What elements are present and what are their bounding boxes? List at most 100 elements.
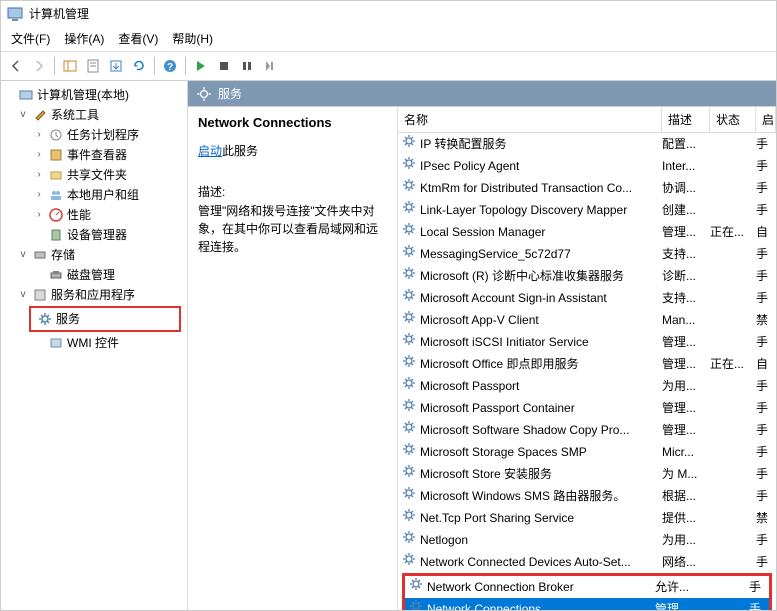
service-desc: 配置... (662, 135, 710, 154)
service-startup: 手 (756, 399, 776, 418)
service-name: Microsoft Software Shadow Copy Pro... (420, 421, 629, 440)
gear-icon (196, 86, 212, 102)
column-startup[interactable]: 启 (756, 107, 776, 132)
tree-services-apps[interactable]: v 服务和应用程序 (3, 285, 185, 305)
service-row[interactable]: MessagingService_5c72d77支持...手 (398, 243, 776, 265)
properties-button[interactable] (82, 55, 104, 77)
service-desc: 创建... (662, 201, 710, 220)
gear-icon (402, 200, 416, 220)
service-desc: 管理... (662, 333, 710, 352)
service-desc: Micr... (662, 443, 710, 462)
back-button[interactable] (5, 55, 27, 77)
gear-icon (402, 332, 416, 352)
service-row[interactable]: Microsoft Storage Spaces SMPMicr...手 (398, 441, 776, 463)
service-row[interactable]: Microsoft Account Sign-in Assistant 支持...… (398, 287, 776, 309)
forward-button[interactable] (28, 55, 50, 77)
service-name: Microsoft (R) 诊断中心标准收集器服务 (420, 267, 624, 286)
service-row[interactable]: Net.Tcp Port Sharing Service提供...禁 (398, 507, 776, 529)
service-row[interactable]: Microsoft Passport Container管理...手 (398, 397, 776, 419)
gear-icon (402, 156, 416, 176)
menu-file[interactable]: 文件(F) (5, 28, 56, 49)
tree-storage[interactable]: v 存储 (3, 245, 185, 265)
service-row[interactable]: Microsoft Software Shadow Copy Pro...管理.… (398, 419, 776, 441)
pause-service-button[interactable] (236, 55, 258, 77)
service-name: Microsoft iSCSI Initiator Service (420, 333, 589, 352)
selected-service-title: Network Connections (198, 115, 387, 130)
nav-tree[interactable]: 计算机管理(本地) v 系统工具 › 任务计划程序 › 事件查看器 › 共享文件… (1, 81, 188, 610)
column-status[interactable]: 状态 (710, 107, 756, 132)
show-hide-button[interactable] (59, 55, 81, 77)
service-row[interactable]: IPsec Policy AgentInter...手 (398, 155, 776, 177)
start-service-button[interactable] (190, 55, 212, 77)
gear-icon (409, 599, 423, 610)
service-row[interactable]: Microsoft Windows SMS 路由器服务。根据...手 (398, 485, 776, 507)
help-button[interactable]: ? (159, 55, 181, 77)
tree-wmi[interactable]: WMI 控件 (3, 333, 185, 353)
service-row[interactable]: Link-Layer Topology Discovery Mapper创建..… (398, 199, 776, 221)
tree-services[interactable]: 服务 (33, 309, 177, 329)
export-button[interactable] (105, 55, 127, 77)
service-name: IP 转换配置服务 (420, 135, 506, 154)
gear-icon (402, 464, 416, 484)
stop-service-button[interactable] (213, 55, 235, 77)
app-icon (7, 6, 23, 22)
gear-icon (402, 266, 416, 286)
gear-icon (402, 134, 416, 154)
service-row[interactable]: Microsoft Store 安装服务为 M...手 (398, 463, 776, 485)
gear-icon (402, 178, 416, 198)
service-desc: 管理... (662, 223, 710, 242)
tree-task-scheduler[interactable]: › 任务计划程序 (3, 125, 185, 145)
service-desc: 管理... (655, 600, 703, 611)
column-name[interactable]: 名称 (398, 107, 662, 132)
service-startup: 手 (756, 377, 776, 396)
list-header: 名称 描述 状态 启 (398, 107, 776, 133)
service-startup: 禁 (756, 509, 776, 528)
tree-event-viewer[interactable]: › 事件查看器 (3, 145, 185, 165)
menubar: 文件(F) 操作(A) 查看(V) 帮助(H) (1, 26, 776, 52)
service-startup: 手 (756, 245, 776, 264)
tree-device-manager[interactable]: 设备管理器 (3, 225, 185, 245)
service-desc: 提供... (662, 509, 710, 528)
tree-system-tools[interactable]: v 系统工具 (3, 105, 185, 125)
service-row[interactable]: IP 转换配置服务配置...手 (398, 133, 776, 155)
service-row[interactable]: Microsoft (R) 诊断中心标准收集器服务诊断...手 (398, 265, 776, 287)
service-name: Network Connected Devices Auto-Set... (420, 553, 631, 572)
description-text: 管理"网络和拨号连接"文件夹中对象，在其中你可以查看局域网和远程连接。 (198, 202, 387, 256)
tree-local-users[interactable]: › 本地用户和组 (3, 185, 185, 205)
menu-help[interactable]: 帮助(H) (166, 28, 219, 49)
restart-service-button[interactable] (259, 55, 281, 77)
tree-performance[interactable]: › 性能 (3, 205, 185, 225)
service-startup: 自 (756, 355, 776, 374)
service-status: 正在... (710, 223, 756, 242)
service-row[interactable]: Netlogon为用...手 (398, 529, 776, 551)
service-startup: 禁 (756, 311, 776, 330)
menu-action[interactable]: 操作(A) (58, 28, 110, 49)
service-row[interactable]: Network Connection Broker允许...手 (405, 576, 769, 598)
service-name: Microsoft Passport (420, 377, 519, 396)
service-startup: 手 (756, 201, 776, 220)
service-name: Microsoft Store 安装服务 (420, 465, 552, 484)
refresh-button[interactable] (128, 55, 150, 77)
tree-root[interactable]: 计算机管理(本地) (3, 85, 185, 105)
tree-disk-management[interactable]: 磁盘管理 (3, 265, 185, 285)
service-row[interactable]: Network Connections管理...手 (405, 598, 769, 610)
service-desc: 支持... (662, 245, 710, 264)
service-row[interactable]: Microsoft iSCSI Initiator Service管理...手 (398, 331, 776, 353)
tree-services-highlight: 服务 (29, 306, 181, 332)
tree-shared-folders[interactable]: › 共享文件夹 (3, 165, 185, 185)
gear-icon (402, 486, 416, 506)
service-row[interactable]: Local Session Manager管理...正在...自 (398, 221, 776, 243)
start-service-link[interactable]: 启动 (198, 144, 222, 158)
service-desc: 为 M... (662, 465, 710, 484)
column-desc[interactable]: 描述 (662, 107, 710, 132)
service-row[interactable]: Microsoft App-V ClientMan...禁 (398, 309, 776, 331)
service-row[interactable]: Microsoft Passport为用...手 (398, 375, 776, 397)
service-desc: 支持... (662, 289, 710, 308)
service-row[interactable]: KtmRm for Distributed Transaction Co...协… (398, 177, 776, 199)
service-startup: 手 (756, 289, 776, 308)
service-startup: 手 (756, 157, 776, 176)
menu-view[interactable]: 查看(V) (112, 28, 164, 49)
service-row[interactable]: Network Connected Devices Auto-Set...网络.… (398, 551, 776, 573)
service-name: Microsoft Account Sign-in Assistant (420, 289, 607, 308)
service-row[interactable]: Microsoft Office 即点即用服务管理...正在...自 (398, 353, 776, 375)
